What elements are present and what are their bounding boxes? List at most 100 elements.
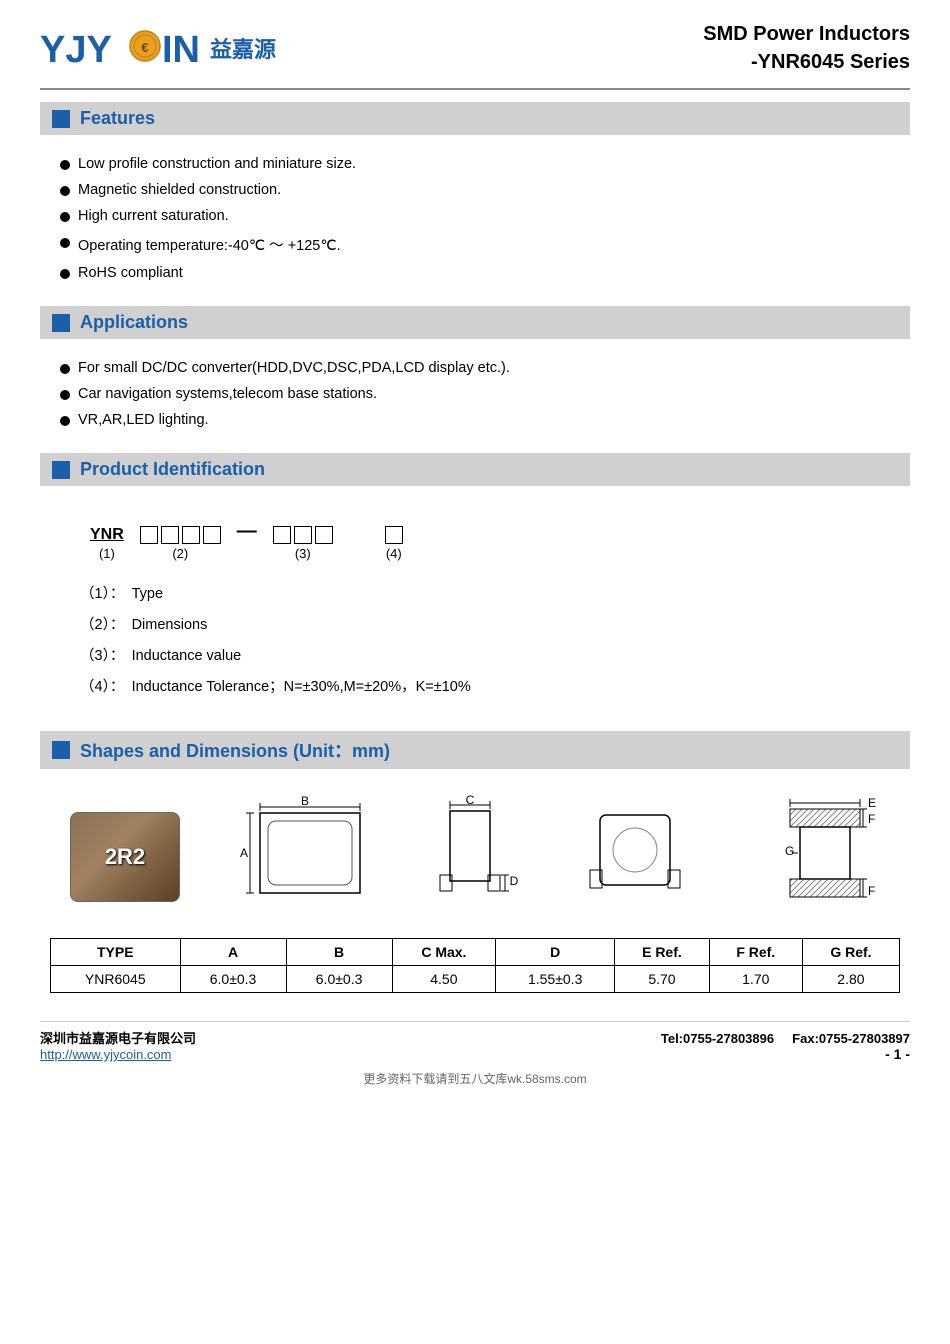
bullet-dot: [60, 160, 70, 170]
shapes-content: 2R2 B A: [40, 779, 910, 1003]
pn-box: [161, 526, 179, 544]
title-line1: SMD Power Inductors: [703, 20, 910, 48]
svg-text:E: E: [868, 796, 876, 810]
cell-c: 4.50: [392, 966, 496, 993]
pn-box: [182, 526, 200, 544]
bullet-dot: [60, 238, 70, 248]
diagram-side-view: C D: [430, 795, 530, 918]
footer-left: 深圳市益嘉源电子有限公司 http://www.yjycoin.com: [40, 1028, 196, 1062]
pn-label-1: (1): [99, 546, 115, 561]
diagram-end-view: E G F F: [750, 795, 880, 918]
header-title: SMD Power Inductors -YNR6045 Series: [703, 20, 910, 76]
pn-label-3: (3): [295, 546, 311, 561]
pid-item: （2）： Dimensions: [80, 608, 870, 639]
dimensions-table: TYPE A B C Max. D E Ref. F Ref. G Ref. Y…: [50, 938, 900, 993]
website-link[interactable]: http://www.yjycoin.com: [40, 1047, 172, 1062]
svg-text:F: F: [868, 884, 875, 898]
list-item: Car navigation systems,telecom base stat…: [60, 381, 890, 407]
diagram-svg-4: E G F F: [750, 795, 880, 915]
page-number: - 1 -: [885, 1046, 910, 1062]
pn-dash: —: [237, 520, 257, 543]
svg-text:€: €: [141, 40, 148, 55]
pn-box: [273, 526, 291, 544]
features-title: Features: [80, 108, 155, 129]
pn-box: [385, 526, 403, 544]
col-d: D: [496, 939, 615, 966]
applications-blue-square: [52, 314, 70, 332]
col-type: TYPE: [51, 939, 181, 966]
tel: Tel:0755-27803896: [661, 1031, 774, 1046]
company-name: 深圳市益嘉源电子有限公司: [40, 1028, 196, 1047]
bullet-dot: [60, 390, 70, 400]
table-row: YNR6045 6.0±0.3 6.0±0.3 4.50 1.55±0.3 5.…: [51, 966, 900, 993]
bullet-dot: [60, 416, 70, 426]
cell-d: 1.55±0.3: [496, 966, 615, 993]
svg-text:YJY: YJY: [40, 29, 112, 71]
cell-b: 6.0±0.3: [286, 966, 392, 993]
shapes-section-header: Shapes and Dimensions (Unit：mm): [40, 731, 910, 769]
cell-type: YNR6045: [51, 966, 181, 993]
features-blue-square: [52, 110, 70, 128]
features-section-header: Features: [40, 102, 910, 135]
svg-text:D: D: [510, 874, 519, 888]
applications-section-header: Applications: [40, 306, 910, 339]
pid-item: （3）： Inductance value: [80, 639, 870, 670]
diagram-top-view: B A: [230, 795, 380, 918]
diagram-svg-1: B A: [230, 795, 380, 915]
features-list: Low profile construction and miniature s…: [40, 145, 910, 296]
pn-group-3: (3): [273, 526, 333, 561]
list-item: VR,AR,LED lighting.: [60, 407, 890, 433]
product-id-section-header: Product Identification: [40, 453, 910, 486]
pid-item: （4）： Inductance Tolerance；N=±30%,M=±20%，…: [80, 670, 870, 701]
col-f-ref: F Ref.: [709, 939, 802, 966]
col-a: A: [180, 939, 286, 966]
list-item: Operating temperature:-40℃ ～ +125℃.: [60, 229, 890, 260]
product-id-blue-square: [52, 461, 70, 479]
svg-text:F: F: [868, 812, 875, 826]
title-line2: -YNR6045 Series: [703, 48, 910, 76]
pid-item: （1）： Type: [80, 577, 870, 608]
pn-boxes-3: [273, 526, 333, 544]
list-item: Magnetic shielded construction.: [60, 177, 890, 203]
component-photo: 2R2: [70, 812, 180, 902]
footer-right: Tel:0755-27803896 Fax:0755-27803897 - 1 …: [661, 1031, 910, 1062]
watermark-text: 更多资料下载请到五八文库wk.58sms.com: [40, 1070, 910, 1087]
pn-box: [140, 526, 158, 544]
logo-svg: YJY € IN: [40, 26, 200, 71]
pn-box: [203, 526, 221, 544]
page-header: YJY € IN 益嘉源 SMD Power Inductors -YNR604…: [40, 20, 910, 90]
cell-a: 6.0±0.3: [180, 966, 286, 993]
col-c-max: C Max.: [392, 939, 496, 966]
table-header-row: TYPE A B C Max. D E Ref. F Ref. G Ref.: [51, 939, 900, 966]
col-b: B: [286, 939, 392, 966]
pn-group-2: (2): [140, 526, 221, 561]
svg-text:IN: IN: [162, 29, 200, 71]
cell-e: 5.70: [615, 966, 710, 993]
pid-items-list: （1）： Type （2）： Dimensions （3）： Inductanc…: [70, 571, 880, 707]
bullet-dot: [60, 212, 70, 222]
svg-text:C: C: [466, 795, 475, 807]
pn-group-1: YNR (1): [90, 526, 124, 561]
diagrams-row: 2R2 B A: [50, 785, 900, 928]
fax: Fax:0755-27803897: [792, 1031, 910, 1046]
svg-text:G: G: [785, 844, 794, 858]
applications-title: Applications: [80, 312, 188, 333]
list-item: Low profile construction and miniature s…: [60, 151, 890, 177]
pn-label-4: (4): [386, 546, 402, 561]
pn-boxes-2: [140, 526, 221, 544]
diagram-svg-2: C D: [430, 795, 530, 915]
cell-g: 2.80: [802, 966, 899, 993]
pn-box: [315, 526, 333, 544]
bullet-dot: [60, 269, 70, 279]
product-id-title: Product Identification: [80, 459, 265, 480]
col-g-ref: G Ref.: [802, 939, 899, 966]
logo-area: YJY € IN 益嘉源: [40, 26, 276, 71]
pn-prefix: YNR: [90, 526, 124, 544]
logo-cn-text: 益嘉源: [210, 32, 276, 64]
diagram-front-view: [580, 795, 700, 918]
shapes-title: Shapes and Dimensions (Unit：mm): [80, 737, 390, 763]
diagram-svg-3: [580, 795, 700, 915]
pn-box: [294, 526, 312, 544]
pn-boxes-4: [385, 526, 403, 544]
col-e-ref: E Ref.: [615, 939, 710, 966]
